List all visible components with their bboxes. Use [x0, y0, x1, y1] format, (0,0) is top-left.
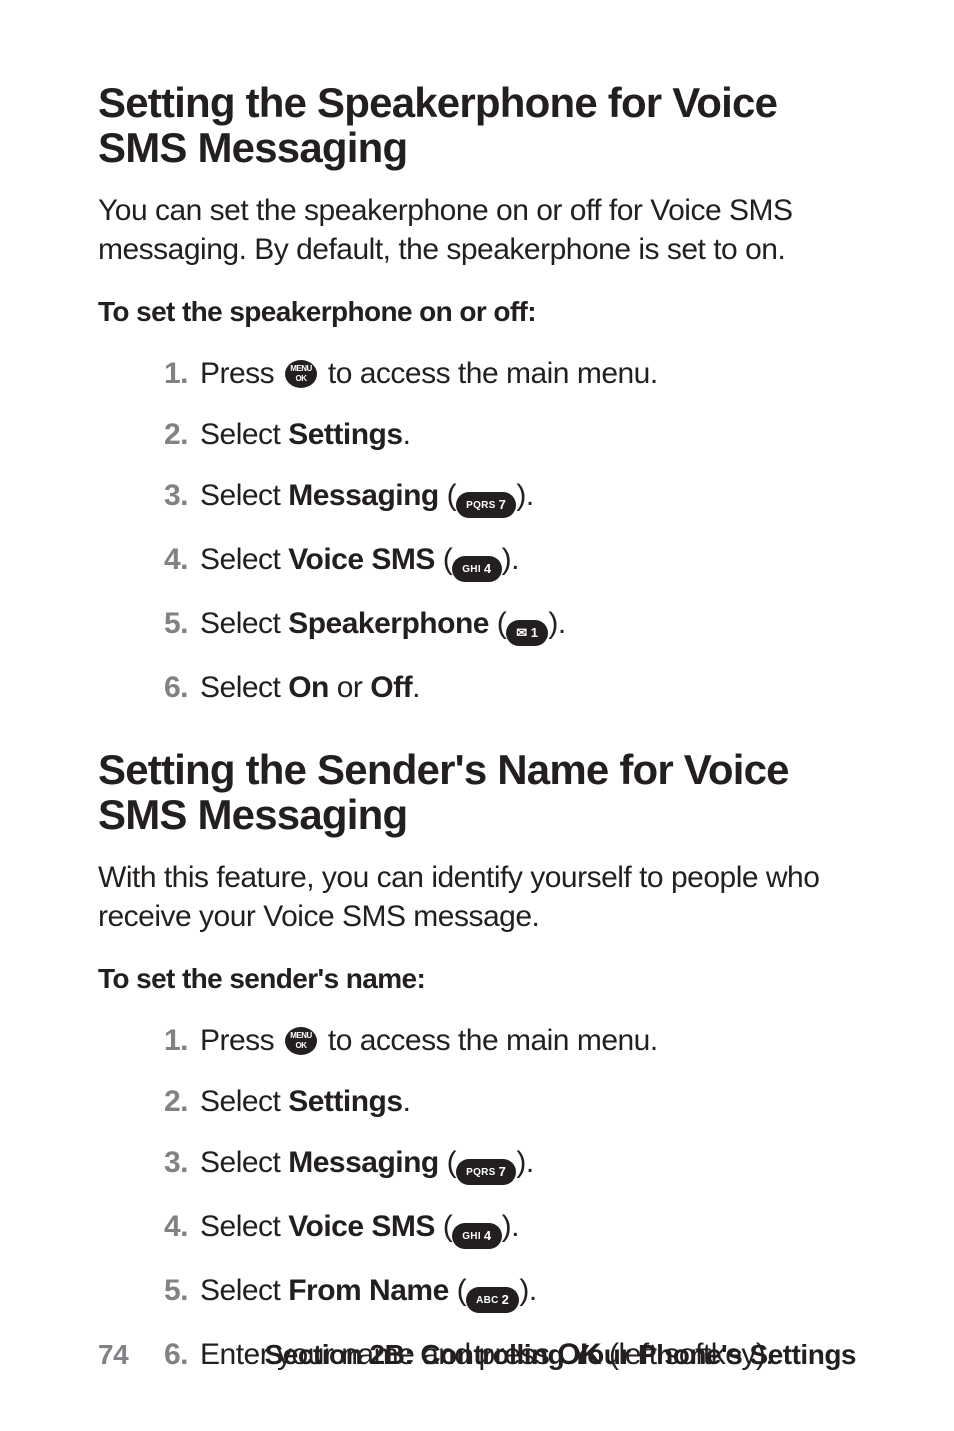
step-text: Select — [200, 1146, 288, 1179]
step-bold: Messaging — [288, 479, 439, 512]
step-text: ). — [502, 543, 519, 576]
step-number: 2. — [138, 415, 188, 454]
step-text: ). — [502, 1210, 519, 1243]
step-text: ). — [548, 607, 565, 640]
svg-text:OK: OK — [296, 1041, 308, 1050]
step-bold: Voice SMS — [288, 1210, 435, 1243]
step-item: 4. Select Voice SMS (GHI4). — [138, 1207, 856, 1249]
steps-sender-name: 1. Press MENUOK to access the main menu.… — [98, 1021, 856, 1374]
step-text: . — [412, 671, 420, 704]
steps-speakerphone: 1. Press MENUOK to access the main menu.… — [98, 354, 856, 707]
step-number: 1. — [138, 1021, 188, 1060]
step-bold: Speakerphone — [288, 607, 489, 640]
step-item: 1. Press MENUOK to access the main menu. — [138, 1021, 856, 1060]
step-text: Select — [200, 671, 288, 704]
step-bold: On — [288, 671, 329, 704]
page-number: 74 — [98, 1339, 128, 1371]
step-number: 5. — [138, 604, 188, 643]
step-bold: Settings — [288, 1085, 402, 1118]
key-7-icon: PQRS7 — [456, 492, 516, 518]
step-text: . — [403, 1085, 411, 1118]
subhead-speakerphone: To set the speakerphone on or off: — [98, 296, 856, 328]
step-text: Select — [200, 479, 288, 512]
step-item: 6. Select On or Off. — [138, 668, 856, 707]
step-text: Select — [200, 418, 288, 451]
step-item: 3. Select Messaging (PQRS7). — [138, 1143, 856, 1185]
step-number: 5. — [138, 1271, 188, 1310]
step-text: ( — [435, 1210, 452, 1243]
key-7-icon: PQRS7 — [456, 1159, 516, 1185]
key-2-icon: ABC2 — [466, 1287, 519, 1313]
step-text: ( — [489, 607, 506, 640]
step-number: 1. — [138, 354, 188, 393]
step-number: 3. — [138, 476, 188, 515]
step-item: 3. Select Messaging (PQRS7). — [138, 476, 856, 518]
step-bold: From Name — [288, 1274, 449, 1307]
body-speakerphone: You can set the speakerphone on or off f… — [98, 191, 856, 270]
step-text: Select — [200, 1274, 288, 1307]
key-1-icon: ✉1 — [506, 620, 548, 646]
step-text: Press — [200, 357, 282, 390]
key-4-icon: GHI4 — [452, 1223, 501, 1249]
step-item: 2. Select Settings. — [138, 415, 856, 454]
step-bold: Messaging — [288, 1146, 439, 1179]
step-number: 4. — [138, 540, 188, 579]
heading-sender-name: Setting the Sender's Name for Voice SMS … — [98, 747, 856, 838]
step-text: to access the main menu. — [320, 1024, 658, 1057]
step-text: Select — [200, 607, 288, 640]
step-text: ( — [439, 1146, 456, 1179]
step-text: ). — [516, 479, 533, 512]
heading-speakerphone: Setting the Speakerphone for Voice SMS M… — [98, 80, 856, 171]
subhead-sender-name: To set the sender's name: — [98, 963, 856, 995]
step-text: ). — [516, 1146, 533, 1179]
menu-ok-icon: MENUOK — [284, 359, 318, 389]
step-bold: Voice SMS — [288, 543, 435, 576]
step-bold: Off — [370, 671, 412, 704]
step-item: 5. Select From Name (ABC2). — [138, 1271, 856, 1313]
step-text: ( — [449, 1274, 466, 1307]
step-text: Select — [200, 543, 288, 576]
body-sender-name: With this feature, you can identify your… — [98, 858, 856, 937]
step-text: to access the main menu. — [320, 357, 658, 390]
step-number: 3. — [138, 1143, 188, 1182]
step-text: . — [403, 418, 411, 451]
step-item: 4. Select Voice SMS (GHI4). — [138, 540, 856, 582]
step-item: 5. Select Speakerphone (✉1). — [138, 604, 856, 646]
svg-text:MENU: MENU — [290, 1031, 312, 1040]
step-item: 2. Select Settings. — [138, 1082, 856, 1121]
step-number: 4. — [138, 1207, 188, 1246]
step-number: 2. — [138, 1082, 188, 1121]
page-footer: 74 Section 2B: Controlling Your Phone's … — [98, 1339, 856, 1371]
step-text: Press — [200, 1024, 282, 1057]
menu-ok-icon: MENUOK — [284, 1026, 318, 1056]
step-text: or — [329, 671, 370, 704]
step-bold: Settings — [288, 418, 402, 451]
step-text: ). — [519, 1274, 536, 1307]
step-text: ( — [435, 543, 452, 576]
svg-text:OK: OK — [296, 374, 308, 383]
step-number: 6. — [138, 668, 188, 707]
step-item: 1. Press MENUOK to access the main menu. — [138, 354, 856, 393]
svg-text:MENU: MENU — [290, 364, 312, 373]
step-text: Select — [200, 1085, 288, 1118]
step-text: ( — [439, 479, 456, 512]
key-4-icon: GHI4 — [452, 556, 501, 582]
step-text: Select — [200, 1210, 288, 1243]
section-label: Section 2B: Controlling Your Phone's Set… — [265, 1339, 856, 1371]
